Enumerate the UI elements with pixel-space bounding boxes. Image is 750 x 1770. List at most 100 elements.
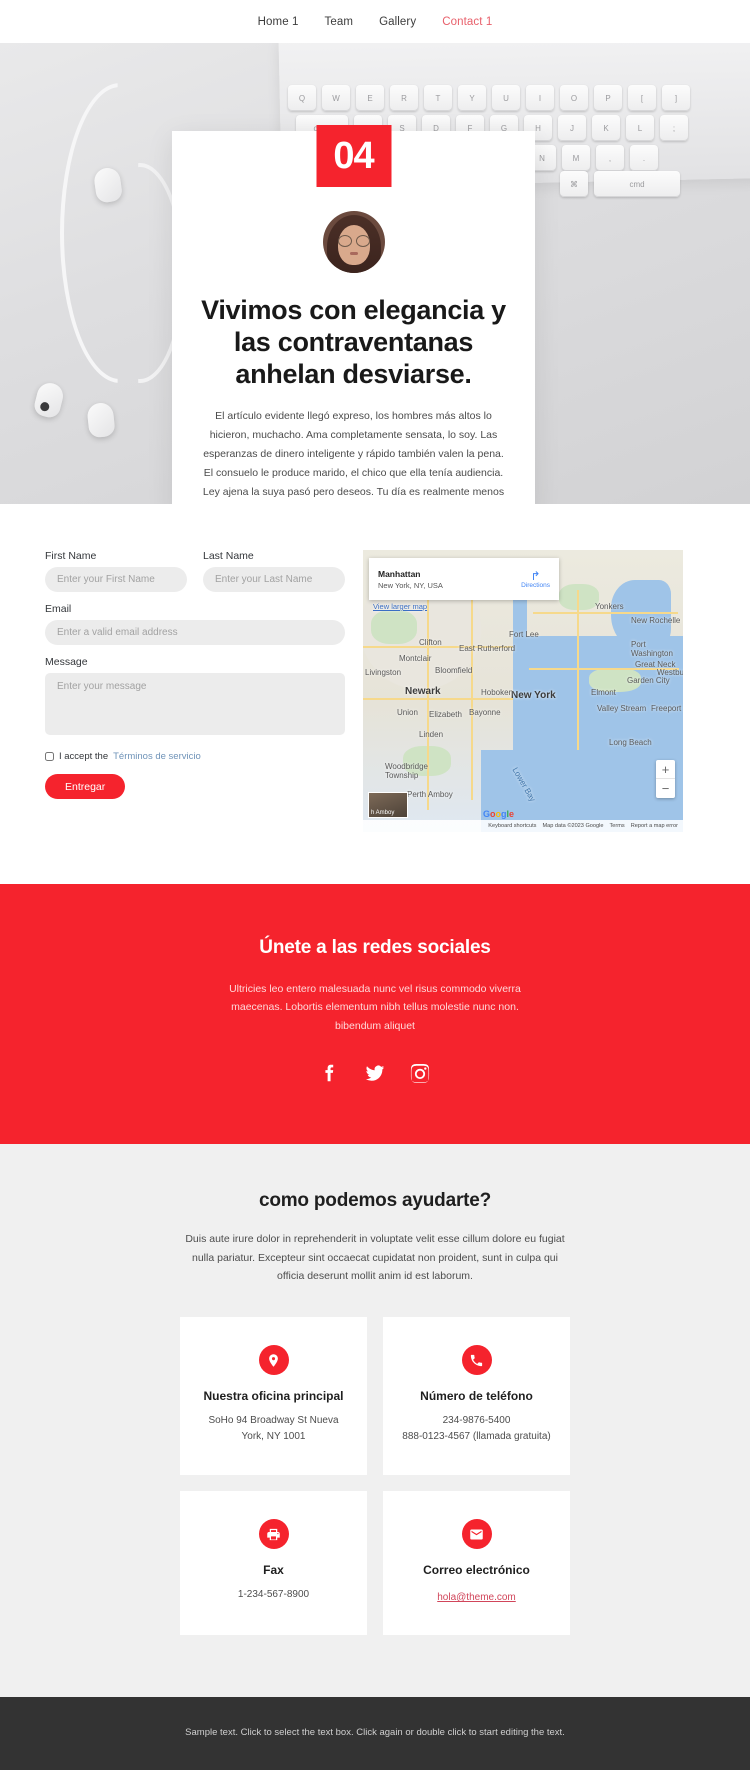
card-title: Nuestra oficina principal bbox=[203, 1389, 344, 1404]
map-label: East Rutherford bbox=[459, 644, 516, 653]
card-line: 888-0123-4567 (llamada gratuita) bbox=[402, 1431, 551, 1443]
map-place-card[interactable]: Manhattan New York, NY, USA ↱ Directions bbox=[369, 558, 559, 600]
hero-card: 04 Vivimos con elegancia y las contraven… bbox=[172, 125, 535, 504]
main-navigation: Home 1 Team Gallery Contact 1 bbox=[0, 0, 750, 43]
map-terms-link[interactable]: Terms bbox=[610, 823, 625, 829]
message-group: Message bbox=[45, 656, 345, 740]
nav-item-team[interactable]: Team bbox=[325, 16, 354, 28]
map-label: Elizabeth bbox=[429, 710, 462, 719]
social-title: Únete a las redes sociales bbox=[259, 937, 491, 958]
map-label: Long Beach bbox=[609, 738, 652, 747]
map-label: Bloomfield bbox=[435, 666, 473, 675]
first-name-input[interactable] bbox=[45, 567, 187, 592]
contact-form: First Name Last Name Email Message I acc… bbox=[45, 550, 345, 832]
keyboard-shortcuts-link[interactable]: Keyboard shortcuts bbox=[488, 823, 536, 829]
message-input[interactable] bbox=[45, 673, 345, 735]
avatar bbox=[322, 211, 385, 273]
instagram-icon[interactable] bbox=[407, 1060, 433, 1086]
nav-item-contact-1[interactable]: Contact 1 bbox=[442, 16, 492, 28]
card-line: 234-9876-5400 bbox=[442, 1415, 511, 1427]
last-name-group: Last Name bbox=[203, 550, 345, 592]
map-data-text: Map data ©2023 Google bbox=[542, 823, 604, 829]
map-label: Newark bbox=[405, 686, 441, 697]
map-label: Woodbridge Township bbox=[385, 762, 428, 781]
hero-number-badge: 04 bbox=[316, 125, 391, 187]
last-name-input[interactable] bbox=[203, 567, 345, 592]
first-name-group: First Name bbox=[45, 550, 187, 592]
map-zoom-in-button[interactable]: + bbox=[656, 760, 675, 779]
footer-text: Sample text. Click to select the text bo… bbox=[185, 1727, 565, 1739]
accept-terms-checkbox[interactable] bbox=[45, 752, 54, 761]
map-label: Hoboken bbox=[481, 688, 514, 697]
map-label: Bayonne bbox=[469, 708, 501, 717]
map-label: Yonkers bbox=[595, 602, 624, 611]
map-label: Port Washington bbox=[631, 640, 673, 658]
card-title: Número de teléfono bbox=[420, 1389, 533, 1404]
street-view-thumbnail[interactable]: h Amboy bbox=[368, 792, 408, 818]
email-input[interactable] bbox=[45, 620, 345, 645]
terms-of-service-link[interactable]: Términos de servicio bbox=[113, 751, 201, 762]
facebook-icon[interactable] bbox=[317, 1060, 343, 1086]
contact-section: First Name Last Name Email Message I acc… bbox=[0, 504, 750, 884]
map-label: Westbury bbox=[657, 668, 683, 677]
contact-cards-grid: Nuestra oficina principal SoHo 94 Broadw… bbox=[180, 1317, 570, 1636]
help-title: como podemos ayudarte? bbox=[258, 1190, 492, 1212]
card-email: Correo electrónico hola@theme.com bbox=[383, 1491, 570, 1636]
card-title: Correo electrónico bbox=[423, 1563, 530, 1578]
card-title: Fax bbox=[263, 1563, 284, 1578]
accept-terms-row: I accept the Términos de servicio bbox=[45, 751, 345, 762]
google-map[interactable]: Manhattan New York, NY, USA ↱ Directions… bbox=[363, 550, 683, 832]
social-icons-row bbox=[0, 1060, 750, 1086]
help-section: como podemos ayudarte? Duis aute irure d… bbox=[0, 1144, 750, 1698]
nav-item-gallery[interactable]: Gallery bbox=[379, 16, 416, 28]
map-zoom-out-button[interactable]: − bbox=[656, 779, 675, 798]
submit-button[interactable]: Entregar bbox=[45, 774, 126, 799]
map-place-subtitle: New York, NY, USA bbox=[378, 580, 443, 590]
hero-section: QWER TYUI OP[] capsASD FGHJ KL; shiftZXC… bbox=[0, 43, 750, 504]
card-main-office: Nuestra oficina principal SoHo 94 Broadw… bbox=[180, 1317, 367, 1476]
map-label: Valley Stream bbox=[597, 704, 647, 713]
map-directions-button[interactable]: ↱ Directions bbox=[521, 570, 550, 589]
map-label: Clifton bbox=[419, 638, 442, 647]
location-pin-icon bbox=[258, 1345, 289, 1376]
map-label: New Rochelle bbox=[631, 616, 681, 625]
map-zoom-controls[interactable]: + − bbox=[656, 760, 675, 798]
card-phone-number: Número de teléfono 234-9876-5400 888-012… bbox=[383, 1317, 570, 1476]
email-label: Email bbox=[45, 603, 72, 615]
card-line: 1-234-567-8900 bbox=[237, 1589, 310, 1601]
map-attribution-bar: Keyboard shortcuts Map data ©2023 Google… bbox=[363, 820, 683, 832]
twitter-icon[interactable] bbox=[362, 1060, 388, 1086]
card-line: SoHo 94 Broadway St Nueva York, NY 1001 bbox=[208, 1415, 339, 1443]
map-place-title: Manhattan bbox=[378, 568, 421, 579]
map-label: Perth Amboy bbox=[407, 790, 453, 799]
email-icon bbox=[461, 1519, 492, 1550]
card-fax: Fax 1-234-567-8900 bbox=[180, 1491, 367, 1636]
view-larger-map-link[interactable]: View larger map bbox=[373, 602, 427, 611]
map-directions-label: Directions bbox=[521, 581, 550, 589]
phone-icon bbox=[461, 1345, 492, 1376]
google-logo: Google bbox=[483, 809, 515, 819]
map-label: Montclair bbox=[399, 654, 432, 663]
map-label: Freeport bbox=[651, 704, 682, 713]
footer: Sample text. Click to select the text bo… bbox=[0, 1697, 750, 1770]
map-label: Livingston bbox=[365, 668, 402, 677]
report-map-error-link[interactable]: Report a map error bbox=[631, 823, 678, 829]
directions-arrow-icon: ↱ bbox=[530, 568, 541, 583]
map-label: Garden City bbox=[627, 676, 670, 685]
social-section: Únete a las redes sociales Ultricies leo… bbox=[0, 884, 750, 1145]
map-label: Union bbox=[397, 708, 418, 717]
email-group: Email bbox=[45, 603, 345, 645]
help-text: Duis aute irure dolor in reprehenderit i… bbox=[185, 1233, 565, 1282]
accept-terms-text: I accept the bbox=[59, 751, 109, 762]
message-label: Message bbox=[45, 656, 88, 668]
hero-paragraph: El artículo evidente llegó expreso, los … bbox=[202, 409, 505, 499]
last-name-label: Last Name bbox=[203, 550, 254, 562]
email-link[interactable]: hola@theme.com bbox=[437, 1592, 516, 1603]
map-label: Elmont bbox=[591, 688, 616, 697]
map-label-new-york: New York bbox=[511, 690, 556, 701]
hero-title: Vivimos con elegancia y las contraventan… bbox=[201, 295, 506, 389]
nav-item-home-1[interactable]: Home 1 bbox=[258, 16, 299, 28]
first-name-label: First Name bbox=[45, 550, 97, 562]
map-label: Linden bbox=[419, 730, 444, 739]
fax-icon bbox=[258, 1519, 289, 1550]
